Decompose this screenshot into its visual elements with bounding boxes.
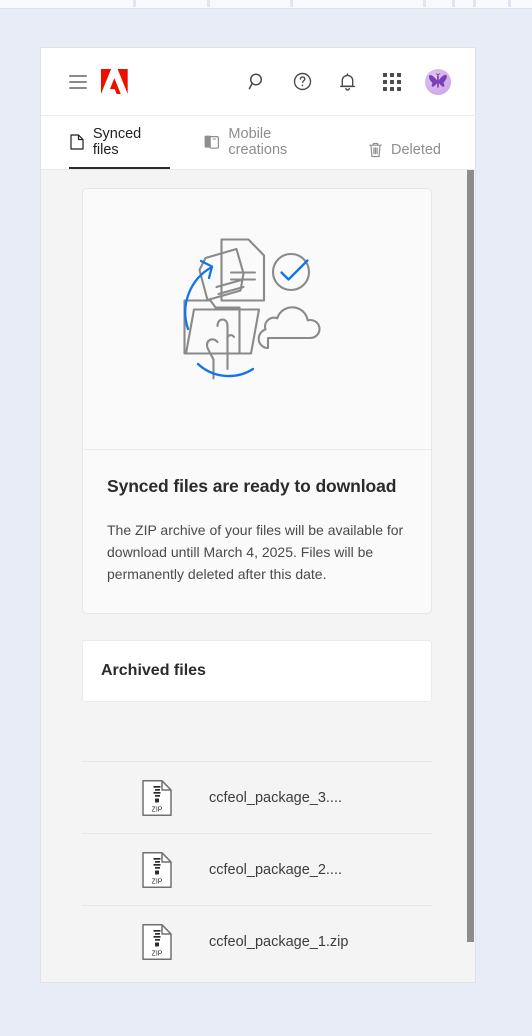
vertical-scrollbar[interactable] <box>466 170 475 981</box>
list-item[interactable]: ZIP ccfeol_package_2.... <box>82 834 432 906</box>
chrome-tick <box>508 0 511 7</box>
svg-text:ZIP: ZIP <box>152 878 163 885</box>
file-name: ccfeol_package_3.... <box>209 789 343 806</box>
tab-deleted[interactable]: Deleted <box>367 142 441 169</box>
zip-file-icon: ZIP <box>141 923 173 961</box>
sync-ready-illustration <box>183 238 321 380</box>
list-item[interactable]: ZIP ccfeol_package_1.zip <box>82 906 432 978</box>
tab-label: Synced files <box>92 126 142 158</box>
content-scroll-area: Synced files are ready to download The Z… <box>41 170 475 981</box>
header-icon-group <box>245 68 451 95</box>
browser-chrome-strip <box>0 0 532 9</box>
zip-file-icon: ZIP <box>141 779 173 817</box>
chrome-tick <box>423 0 426 7</box>
search-icon[interactable] <box>245 70 269 94</box>
archived-files-list: ZIP ccfeol_package_3.... ZIP ccfeol_pack… <box>82 761 432 978</box>
tab-bar: Synced files Mobile creations Deleted <box>41 116 475 170</box>
tab-mobile-creations[interactable]: Mobile creations <box>204 126 333 169</box>
illustration-container <box>83 189 431 450</box>
archived-files-title: Archived files <box>101 662 206 679</box>
svg-text:ZIP: ZIP <box>152 951 163 958</box>
help-icon[interactable] <box>290 70 314 94</box>
chrome-tick <box>452 0 455 7</box>
chrome-tick <box>133 0 136 7</box>
app-switcher-grid-icon[interactable] <box>380 70 404 94</box>
document-icon <box>69 134 85 150</box>
chrome-tick <box>473 0 476 7</box>
list-item[interactable]: ZIP ccfeol_package_3.... <box>82 762 432 834</box>
card-description: The ZIP archive of your files will be av… <box>107 522 404 582</box>
card-body: Synced files are ready to download The Z… <box>83 450 431 613</box>
archived-files-card[interactable]: Archived files <box>82 640 432 702</box>
chrome-tick <box>290 0 293 7</box>
hamburger-menu-icon[interactable] <box>69 74 87 89</box>
app-window: Synced files Mobile creations Deleted Sy… <box>41 48 475 982</box>
svg-text:ZIP: ZIP <box>152 806 163 813</box>
file-name: ccfeol_package_1.zip <box>209 934 349 950</box>
adobe-logo[interactable] <box>101 69 128 94</box>
tab-label: Mobile creations <box>228 126 288 158</box>
app-header <box>41 48 475 116</box>
user-avatar[interactable] <box>425 68 451 95</box>
zip-file-icon: ZIP <box>141 851 173 889</box>
scrollbar-thumb[interactable] <box>467 170 474 942</box>
trash-can-icon <box>367 142 383 158</box>
tab-synced-files[interactable]: Synced files <box>69 126 171 169</box>
card-title: Synced files are ready to download <box>107 476 397 496</box>
tab-label: Deleted <box>391 142 441 158</box>
file-name: ccfeol_package_2.... <box>209 861 343 878</box>
synced-files-card: Synced files are ready to download The Z… <box>82 188 432 614</box>
mobile-device-icon <box>204 134 220 150</box>
chrome-tick <box>207 0 210 7</box>
notifications-bell-icon[interactable] <box>335 70 359 94</box>
